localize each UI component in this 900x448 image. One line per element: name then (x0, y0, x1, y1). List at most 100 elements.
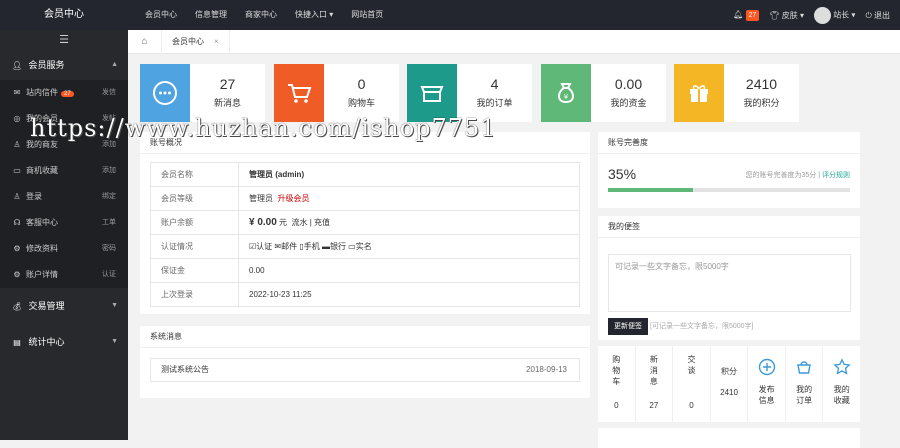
sidebar-item-action[interactable]: 添加 (102, 158, 116, 184)
account-completion-panel: 账号完善度 35% 您的账号完善度为35分 | 评分规则 (598, 132, 860, 208)
sidebar-item-action[interactable]: 发帖 (102, 106, 116, 132)
home-tab[interactable]: ⌂ (128, 30, 162, 54)
top-nav-info-manage[interactable]: 信息管理 (186, 0, 236, 30)
sidebar-group-trade[interactable]: 💰︎ 交易管理 ▼ (0, 288, 128, 324)
top-bar: 会员中心 会员中心 信息管理 商家中心 快捷入口 ▾ 网站首页 🔔︎ 27 👕︎… (0, 0, 900, 30)
row-key: 上次登录 (150, 282, 239, 307)
user-menu[interactable]: 站长 ▾ (813, 6, 856, 24)
sidebar-item-action[interactable]: 发信 (102, 80, 116, 106)
sidebar-item-favorites[interactable]: ▭ 商机收藏 添加 (0, 158, 128, 184)
memo-textarea[interactable]: 可记录一些文字备忘，限5000字 (608, 254, 851, 312)
quick-label-text: 交谈 (687, 355, 696, 375)
account-info-table: 会员名称 管理员 (admin) 会员等级 管理员 升级会员 账户余额 ¥ 0.… (150, 162, 580, 307)
balance-links[interactable]: 流水 | 充值 (292, 218, 331, 227)
sidebar-item-friends[interactable]: ♙ 我的商友 添加 (0, 132, 128, 158)
quick-label: 购物车 (598, 354, 635, 387)
sidebar-group-label: 统计中心 (28, 337, 65, 347)
sidebar-toggle-icon[interactable]: ☰ (0, 30, 128, 50)
top-nav-quick-entry[interactable]: 快捷入口 ▾ (286, 0, 342, 30)
quick-link-label: 发布信息 (748, 384, 785, 406)
chart-icon: ▤ (13, 338, 21, 347)
row-key: 账户余额 (150, 210, 239, 235)
quick-favorites[interactable]: 我的收藏 (823, 346, 860, 422)
row-key: 会员等级 (150, 186, 239, 211)
skin-menu[interactable]: 👕︎ 皮肤 ▾ (769, 10, 804, 21)
stat-card-orders[interactable]: 4 我的订单 (407, 64, 532, 122)
plus-circle-icon (748, 358, 785, 378)
quick-label-text: 购物车 (612, 355, 621, 386)
avatar (813, 6, 831, 24)
quick-cart[interactable]: 购物车 0 (598, 346, 636, 422)
stat-card-messages[interactable]: 27 新消息 (140, 64, 265, 122)
logout-button[interactable]: ⏻ 退出 (865, 10, 890, 21)
gear-icon: ⚙ (13, 270, 21, 279)
sidebar-item-support[interactable]: ☊ 客服中心 工单 (0, 210, 128, 236)
top-nav-site-home[interactable]: 网站首页 (342, 0, 392, 30)
quick-publish[interactable]: 发布信息 (748, 346, 786, 422)
sidebar-item-login[interactable]: ♙ 登录 绑定 (0, 184, 128, 210)
chevron-down-icon: ▼ (111, 302, 118, 309)
quick-link-label: 我的收藏 (823, 384, 860, 406)
quick-panel: 购物车 0 新消息 27 交谈 0 积分 2410 发布信息 我的订单 我的收藏 (598, 346, 860, 422)
stat-card-cart[interactable]: 0 购物车 (274, 64, 399, 122)
power-icon: ⏻ (865, 10, 872, 20)
user-name: 站长 (833, 10, 850, 20)
gift-icon (674, 64, 724, 122)
panel-title: 账号概况 (140, 132, 590, 154)
sidebar-item-edit-profile[interactable]: ⚙ 修改资料 密码 (0, 236, 128, 262)
completion-tip: 您的账号完善度为35分 | 评分规则 (745, 172, 850, 179)
quick-chat[interactable]: 交谈 0 (673, 346, 711, 422)
tab-member-center[interactable]: 会员中心 × (162, 30, 230, 54)
stat-card-funds[interactable]: ¥ 0.00 我的资金 (541, 64, 666, 122)
bottom-panel (598, 428, 860, 448)
row-key: 保证金 (150, 258, 239, 283)
list-item[interactable]: 测试系统公告 2018-09-13 (150, 358, 580, 382)
stat-label: 新消息 (213, 98, 241, 108)
sidebar-item-action[interactable]: 绑定 (102, 184, 116, 210)
top-nav-member-center[interactable]: 会员中心 (136, 0, 186, 30)
sidebar-group-member[interactable]: 👤︎ 会员服务 ▲ (0, 50, 128, 80)
sidebar-group-stats[interactable]: ▤ 统计中心 ▼ (0, 324, 128, 360)
sidebar-item-action[interactable]: 工单 (102, 210, 116, 236)
quick-label: 积分 (721, 367, 738, 376)
sidebar-item-action[interactable]: 认证 (102, 262, 116, 288)
sidebar-item-my-members[interactable]: ◎ 我的会员 发帖 (0, 106, 128, 132)
sidebar-submenu: ✉ 站内信件 27 发信 ◎ 我的会员 发帖 ♙ 我的商友 添加 ▭ 商机收藏 添加 ♙ 登… (0, 80, 128, 288)
certification-status[interactable]: ☑认证 ✉邮件 ▯手机 ▬银行 ▭实名 (249, 242, 372, 251)
stat-label: 购物车 (347, 98, 375, 108)
notification-button[interactable]: 🔔︎ 27 (733, 9, 760, 21)
upgrade-link[interactable]: 升级会员 (277, 194, 309, 203)
quick-messages[interactable]: 新消息 27 (636, 346, 674, 422)
quick-value: 2410 (720, 388, 738, 397)
quick-score[interactable]: 积分 2410 (711, 346, 749, 422)
tab-label: 会员中心 (172, 37, 204, 46)
notification-badge: 27 (745, 9, 760, 21)
row-value: 管理员 升级会员 (238, 186, 580, 211)
sidebar-item-account-detail[interactable]: ⚙ 账户详情 认证 (0, 262, 128, 288)
sidebar-item-mail[interactable]: ✉ 站内信件 27 发信 (0, 80, 128, 106)
row-value: 2022-10-23 11:25 (238, 282, 580, 307)
panel-title: 系统消息 (140, 326, 590, 348)
save-memo-button[interactable]: 更新便签 (608, 318, 648, 335)
quick-link-text: 发布信息 (758, 385, 775, 405)
progress-fill (608, 188, 693, 192)
sidebar-item-action[interactable]: 密码 (102, 236, 116, 262)
rating-rules-link[interactable]: 评分规则 (822, 172, 850, 179)
sidebar-item-label: 客服中心 (26, 218, 58, 227)
row-value: ¥ 0.00 元 流水 | 充值 (238, 210, 580, 235)
cart-icon (274, 64, 324, 122)
sidebar-item-action[interactable]: 添加 (102, 132, 116, 158)
chevron-down-icon: ▾ (851, 10, 856, 20)
memo-tip: [可记录一些文字备忘，限5000字] (650, 323, 754, 330)
top-nav-merchant-center[interactable]: 商家中心 (236, 0, 286, 30)
brand-title[interactable]: 会员中心 (0, 0, 128, 30)
sidebar-item-label: 账户详情 (26, 270, 58, 279)
stat-card-points[interactable]: 2410 我的积分 (674, 64, 799, 122)
table-row: 保证金 0.00 (150, 258, 580, 283)
quick-orders[interactable]: 我的订单 (786, 346, 824, 422)
message-date: 2018-09-13 (526, 365, 567, 374)
close-icon[interactable]: × (214, 37, 219, 46)
sidebar-item-label: 我的商友 (26, 140, 58, 149)
chevron-down-icon: ▼ (111, 338, 118, 345)
chevron-down-icon: ▾ (799, 10, 804, 20)
